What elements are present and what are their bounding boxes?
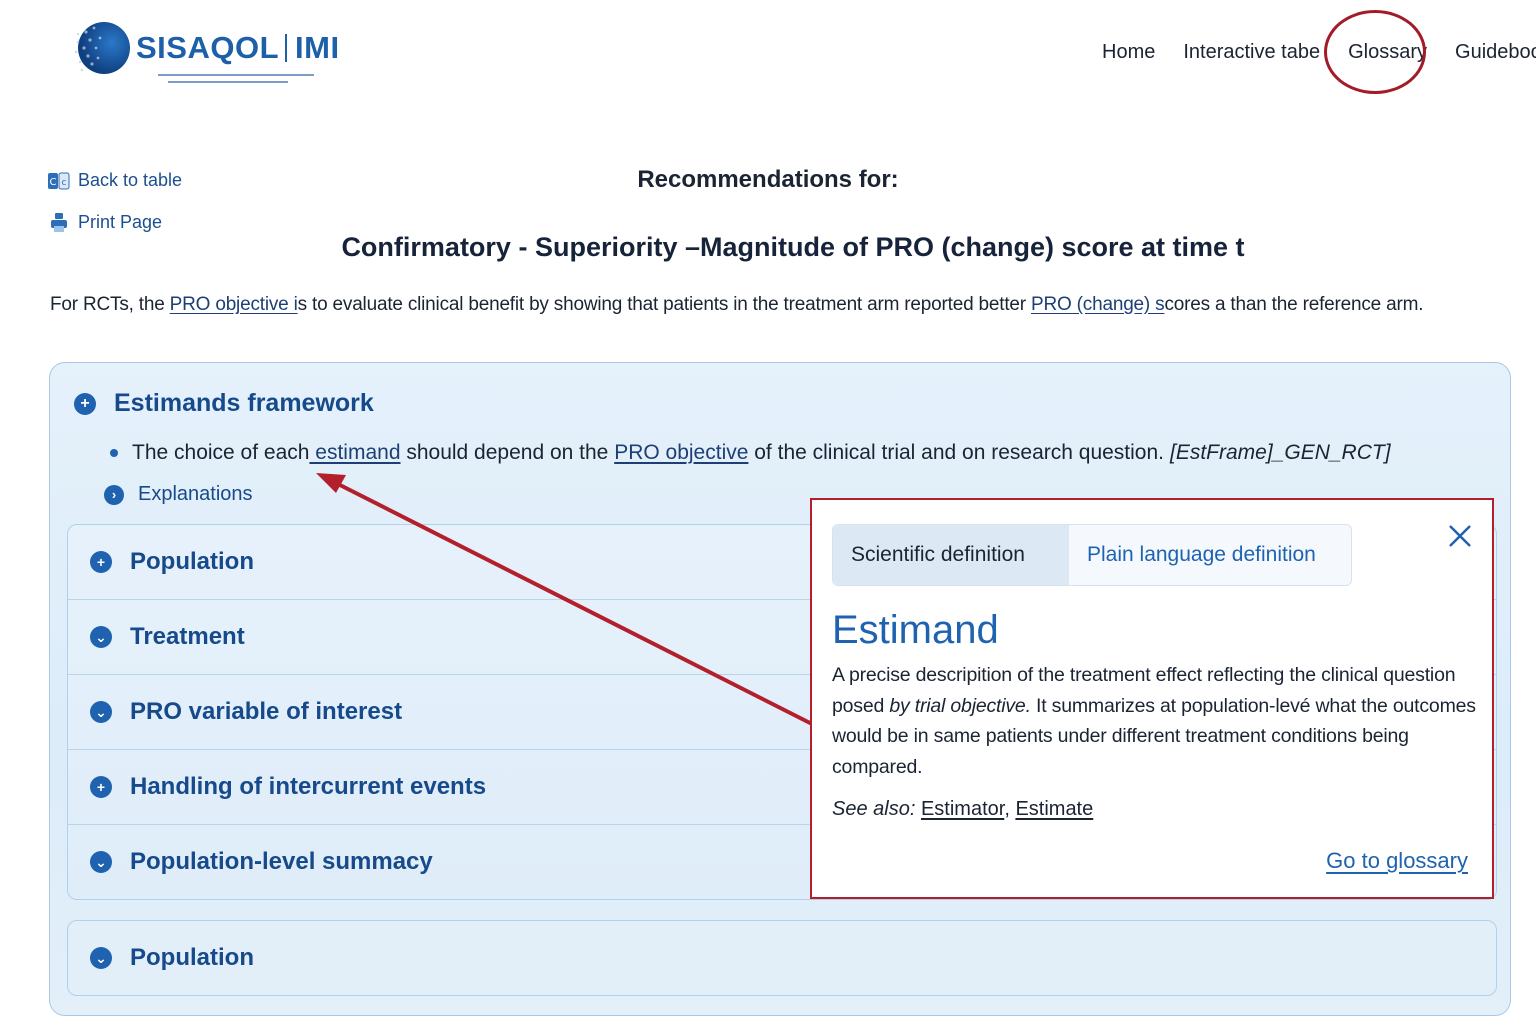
list-item-label: Population-level summacy xyxy=(130,848,433,875)
explanations-toggle[interactable]: › Explanations xyxy=(104,483,253,506)
expand-plus-icon: + xyxy=(90,551,112,573)
pro-objective-link[interactable]: PRO objective xyxy=(614,441,748,465)
bullet-text: of the clinical trial and on research qu… xyxy=(748,441,1164,464)
intro-text: cores a than the reference arm. xyxy=(1164,294,1424,315)
logo-tagline-illegible xyxy=(158,72,328,93)
print-page-label: Print Page xyxy=(78,212,163,232)
printer-icon xyxy=(48,212,70,233)
term-definition: A precise descripition of the treatment … xyxy=(832,660,1482,782)
illegible-tagline-graphic xyxy=(158,74,314,83)
close-icon[interactable] xyxy=(1446,522,1474,550)
pro-change-score-link[interactable]: PRO (change) s xyxy=(1031,294,1165,315)
see-also-estimator-link[interactable]: Estimator xyxy=(921,798,1004,820)
estimands-framework-header[interactable]: + Estimands framework xyxy=(74,389,374,418)
guidance-bullet: The choice of each estimand should depen… xyxy=(110,441,1391,465)
estimand-link[interactable]: estimand xyxy=(309,441,400,465)
see-also-label: See also: xyxy=(832,798,916,820)
see-also-estimate-link[interactable]: Estimate xyxy=(1015,798,1093,820)
chevron-right-icon: › xyxy=(104,484,124,505)
list-item-label: PRO variable of interest xyxy=(130,698,403,725)
nav-glossary[interactable]: Glossary xyxy=(1324,10,1441,94)
intro-text: s to evaluate clinical benefit by showin… xyxy=(297,294,1032,315)
globe-logo-icon xyxy=(74,22,130,74)
section-title: Estimands framework xyxy=(114,389,374,417)
intro-text: For RCTs, the xyxy=(50,294,170,315)
tab-scientific-definition[interactable]: Scientific definition xyxy=(833,525,1069,585)
site-logo[interactable]: SISAQOL IMI xyxy=(72,8,352,92)
pro-objective-link[interactable]: PRO objective i xyxy=(170,294,298,315)
definition-tabs: Scientific definition Plain language def… xyxy=(832,524,1352,586)
see-also: See also: Estimator, Estimate xyxy=(832,798,1093,821)
print-page-link[interactable]: Print Page xyxy=(48,212,162,233)
list-item-label: Treatment xyxy=(130,623,245,650)
expand-plus-icon: + xyxy=(90,776,112,798)
definition-italic: by trial objective. xyxy=(889,694,1031,717)
go-to-glossary-link[interactable]: Go to glossary xyxy=(1326,848,1468,874)
expand-plus-icon: + xyxy=(74,392,96,415)
list-item-label: Population xyxy=(130,548,254,575)
bullet-dot xyxy=(110,449,118,457)
main-nav: Home Interactive tabe Glossary Guideboo xyxy=(1088,10,1536,94)
chevron-down-icon: ⌄ xyxy=(90,851,112,873)
glossary-popup: Scientific definition Plain language def… xyxy=(810,498,1494,899)
recommendations-heading: Recommendations for: xyxy=(637,166,899,193)
list-item-population-bottom[interactable]: ⌄ Population xyxy=(67,920,1497,996)
intro-paragraph: For RCTs, the PRO objective is to evalua… xyxy=(50,294,1520,316)
logo-name-part: IMI xyxy=(295,30,340,65)
nav-glossary-label: Glossary xyxy=(1348,41,1428,63)
bullet-text: The choice of each xyxy=(132,441,310,464)
logo-divider xyxy=(285,34,288,62)
explanations-label: Explanations xyxy=(138,483,253,505)
nav-guidebook[interactable]: Guideboo xyxy=(1441,38,1536,66)
list-item-label: Population xyxy=(130,944,254,971)
nav-home[interactable]: Home xyxy=(1088,38,1169,66)
logo-wordmark: SISAQOL IMI xyxy=(136,30,340,66)
chevron-down-icon: ⌄ xyxy=(90,626,112,648)
glossary-term: Estimand xyxy=(832,608,999,652)
tab-plain-language-definition[interactable]: Plain language definition xyxy=(1069,525,1334,585)
chevron-down-icon: ⌄ xyxy=(90,701,112,723)
see-also-separator: , xyxy=(1004,798,1016,820)
list-item-label: Handling of intercurrent events xyxy=(130,773,487,800)
logo-name-part: SISAQOL xyxy=(136,30,280,65)
bullet-text: should depend on the xyxy=(400,441,615,464)
recommendation-code: [EstFrame]_GEN_RCT] xyxy=(1170,441,1391,464)
chevron-down-icon: ⌄ xyxy=(90,947,112,969)
nav-interactive-table[interactable]: Interactive tabe xyxy=(1169,38,1334,66)
page-title: Confirmatory - Superiority –Magnitude of… xyxy=(341,232,1245,262)
